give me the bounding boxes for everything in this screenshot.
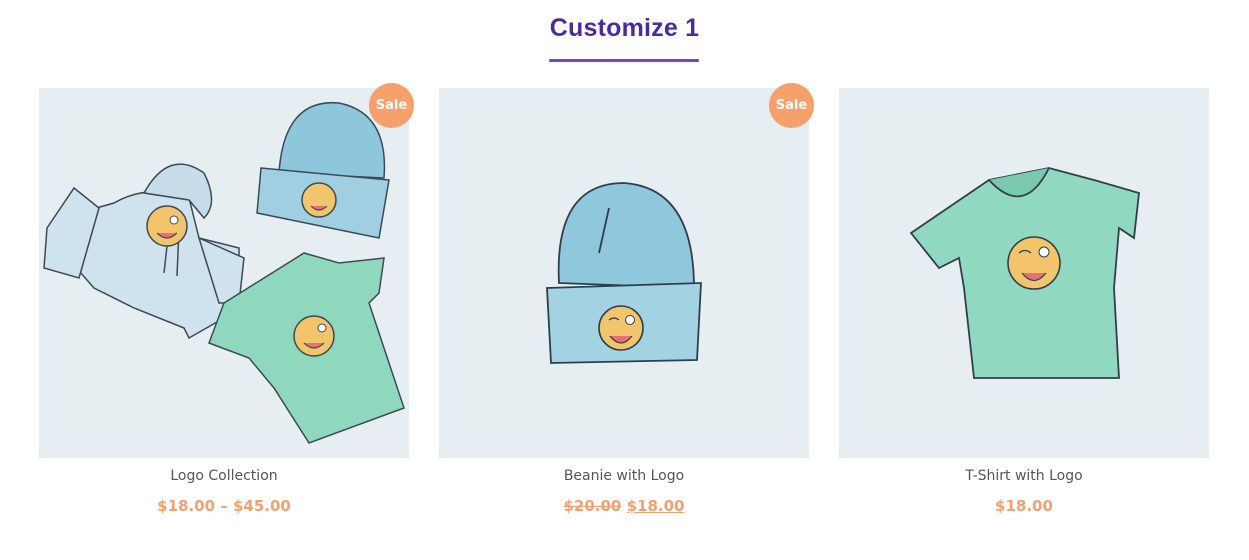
product-title-beanie-with-logo[interactable]: Beanie with Logo <box>439 468 809 484</box>
sale-price: $18.00 <box>626 497 685 515</box>
product-price-range: $18.00 – $45.00 <box>157 497 291 515</box>
tshirt-icon <box>909 167 1140 379</box>
hoodie-beanie-tshirt-icon <box>43 102 405 444</box>
product-price: $20.00 $18.00 <box>439 497 809 515</box>
product-card-beanie-with-logo: Sale Beanie with Logo $20.00 $18.00 <box>439 83 814 528</box>
sale-badge: Sale <box>369 83 414 128</box>
product-title-tshirt-with-logo[interactable]: T-Shirt with Logo <box>839 468 1209 484</box>
product-image-beanie-with-logo[interactable] <box>439 88 809 458</box>
old-price: $20.00 <box>563 497 622 515</box>
product-card-tshirt-with-logo: T-Shirt with Logo $18.00 <box>839 88 1209 528</box>
product-price: $18.00 <box>995 497 1053 515</box>
title-underline <box>549 59 699 62</box>
sale-badge: Sale <box>769 83 814 128</box>
product-card-logo-collection: Sale Logo Collection $18.00 – $45.00 <box>39 83 414 528</box>
section-title: Customize 1 <box>549 14 700 42</box>
product-title-logo-collection[interactable]: Logo Collection <box>39 468 409 484</box>
product-image-logo-collection[interactable] <box>39 88 409 458</box>
beanie-icon <box>546 182 702 364</box>
product-image-tshirt-with-logo[interactable] <box>839 88 1209 458</box>
